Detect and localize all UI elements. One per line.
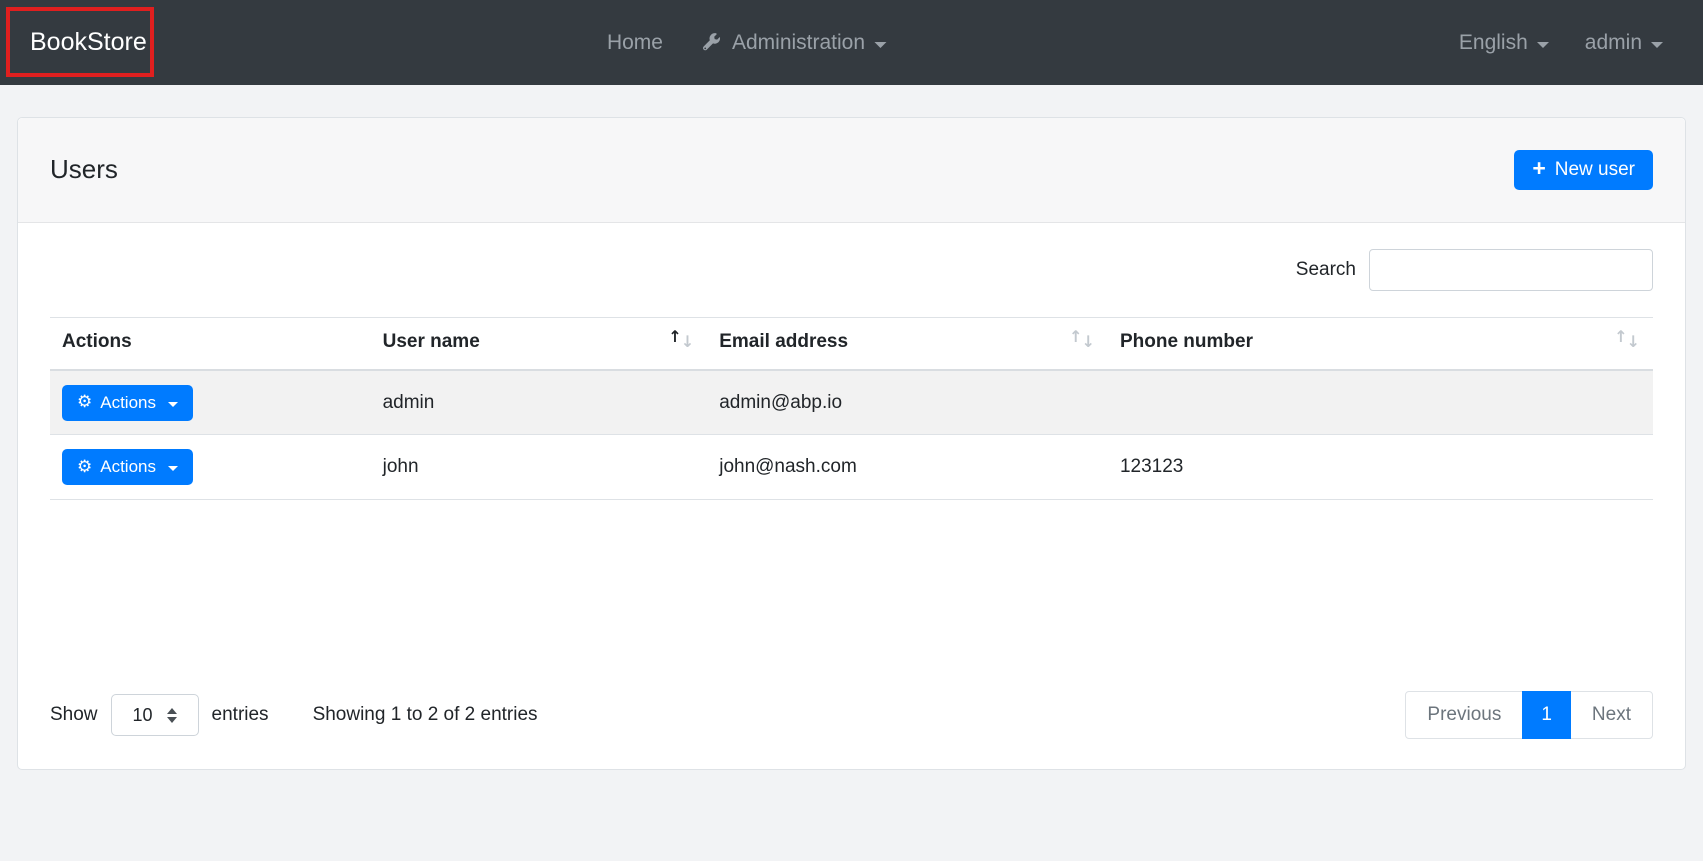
username-cell: admin <box>370 369 708 436</box>
table-row: ⚙ Actions admin admin@abp.io <box>50 369 1653 436</box>
user-dropdown[interactable]: admin <box>1585 31 1663 55</box>
username-cell: john <box>370 434 708 501</box>
page-title: Users <box>50 154 118 185</box>
row-actions-button[interactable]: ⚙ Actions <box>62 384 193 421</box>
new-user-label: New user <box>1554 158 1635 180</box>
phone-cell <box>1107 369 1653 436</box>
navbar-right: English admin <box>1459 31 1663 55</box>
chevron-down-icon <box>1536 41 1549 48</box>
gear-icon: ⚙ <box>77 456 93 477</box>
actions-button-label: Actions <box>100 392 156 412</box>
plus-icon: + <box>1532 155 1546 182</box>
card-header: Users + New user <box>18 118 1685 223</box>
pagination: Previous 1 Next <box>1405 691 1653 739</box>
nav-item-administration[interactable]: Administration <box>701 30 887 55</box>
wrench-icon <box>701 32 722 53</box>
sort-icon[interactable]: ↑↓ <box>668 327 694 351</box>
users-table: Actions User name ↑↓ Email address ↑↓ Ph… <box>50 316 1653 501</box>
card-body: Search Actions User name ↑↓ Email addres… <box>18 223 1685 769</box>
show-label: Show <box>50 704 98 725</box>
home-label: Home <box>606 30 663 54</box>
page-1-button[interactable]: 1 <box>1522 691 1571 739</box>
phone-cell: 123123 <box>1107 434 1653 501</box>
current-user-label: admin <box>1584 30 1642 54</box>
brand-link[interactable]: BookStore <box>30 28 147 57</box>
table-info-text: Showing 1 to 2 of 2 entries <box>312 704 538 725</box>
page-length-control: Show 10 entries <box>50 694 269 736</box>
language-label: English <box>1458 30 1528 54</box>
page-size-value: 10 <box>132 704 153 725</box>
search-row: Search <box>50 248 1653 291</box>
column-header-email[interactable]: Email address ↑↓ <box>707 316 1108 371</box>
select-stepper-icon <box>166 707 177 723</box>
row-actions-button[interactable]: ⚙ Actions <box>62 449 193 486</box>
sort-icon[interactable]: ↑↓ <box>1614 327 1640 351</box>
chevron-down-icon <box>1651 41 1663 48</box>
table-header-row: Actions User name ↑↓ Email address ↑↓ Ph… <box>50 316 1653 371</box>
chevron-down-icon <box>874 41 887 48</box>
actions-cell: ⚙ Actions <box>50 369 371 436</box>
chevron-down-icon <box>168 466 178 472</box>
email-cell: john@nash.com <box>707 434 1108 501</box>
actions-button-label: Actions <box>100 457 156 477</box>
column-header-phone[interactable]: Phone number ↑↓ <box>1107 316 1653 371</box>
page-size-select[interactable]: 10 <box>110 694 199 736</box>
administration-label: Administration <box>731 30 866 54</box>
search-label: Search <box>1295 258 1356 280</box>
gear-icon: ⚙ <box>77 392 93 413</box>
previous-page-button[interactable]: Previous <box>1405 691 1524 739</box>
users-card: Users + New user Search Actions User nam… <box>17 117 1686 770</box>
column-header-actions: Actions <box>50 316 371 371</box>
table-footer: Show 10 entries Showing 1 to 2 of 2 entr… <box>50 691 1653 739</box>
table-row: ⚙ Actions john john@nash.com 123123 <box>50 434 1653 501</box>
sort-icon[interactable]: ↑↓ <box>1069 327 1095 351</box>
main-menu: Home Administration <box>607 0 887 85</box>
entries-label: entries <box>211 704 269 725</box>
column-header-username[interactable]: User name ↑↓ <box>370 316 708 371</box>
nav-item-home[interactable]: Home <box>607 31 663 55</box>
new-user-button[interactable]: + New user <box>1514 149 1653 190</box>
page-content: Users + New user Search Actions User nam… <box>0 85 1703 770</box>
next-page-button[interactable]: Next <box>1569 691 1653 739</box>
search-input[interactable] <box>1369 248 1653 291</box>
chevron-down-icon <box>168 401 178 407</box>
actions-cell: ⚙ Actions <box>50 434 371 501</box>
top-navbar: BookStore Home Administration English ad… <box>0 0 1703 85</box>
email-cell: admin@abp.io <box>707 369 1108 436</box>
language-dropdown[interactable]: English <box>1459 31 1549 55</box>
